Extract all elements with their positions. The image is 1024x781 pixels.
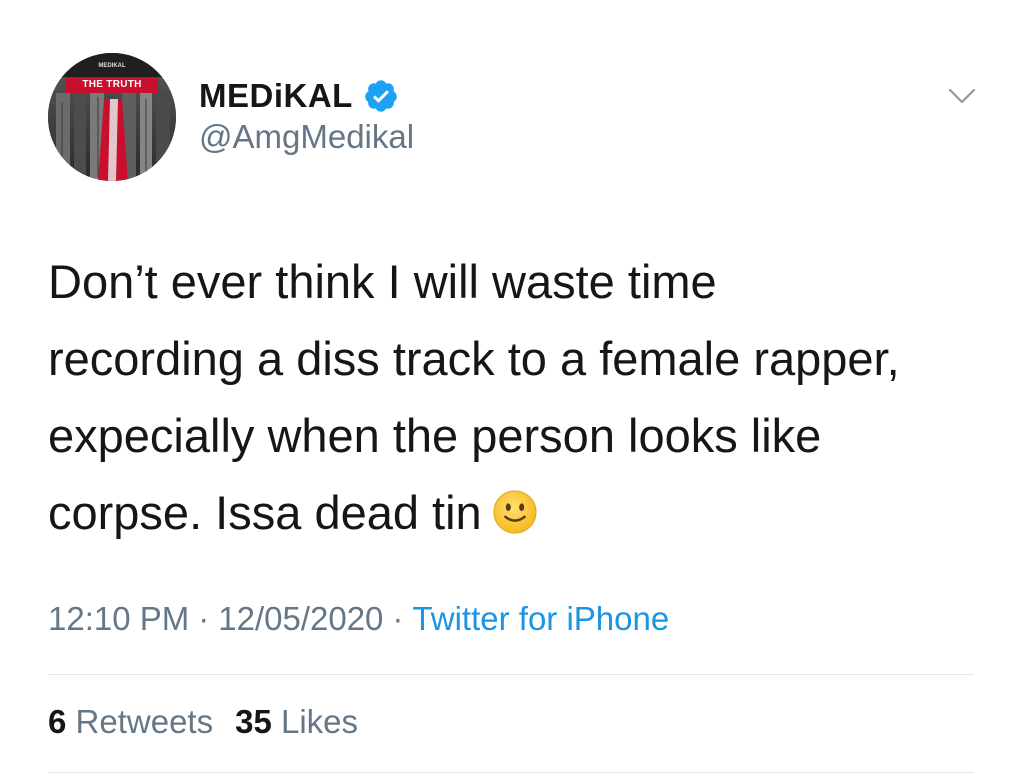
divider [48,674,974,675]
retweets-label: Retweets [75,703,214,740]
avatar[interactable]: MEDIKAL THE TRUTH [48,53,176,181]
avatar-caption: THE TRUTH [82,79,142,90]
tweet-menu-button[interactable] [942,82,982,112]
meta-separator: · [198,600,210,637]
tweet-stats: 6 Retweets 35 Likes [48,703,358,741]
tweet-date[interactable]: 12/05/2020 [218,600,383,637]
tweet-text-last-line: corpse. Issa dead tin [48,474,998,551]
verified-badge-icon [365,80,397,112]
chevron-down-icon [948,88,976,104]
tweet-time[interactable]: 12:10 PM [48,600,189,637]
meta-separator: · [392,600,404,637]
tweet-text-line: expecially when the person looks like [48,409,822,462]
tweet-card: MEDIKAL THE TRUTH MEDiKAL @AmgMedikal Do… [0,0,1024,781]
tweet-text-line: Don’t ever think I will waste time [48,255,717,308]
retweets-count: 6 [48,703,67,740]
avatar-small-text: MEDIKAL [98,63,126,69]
avatar-image [48,53,176,181]
likes-stat[interactable]: 35 Likes [235,703,358,741]
tweet-meta: 12:10 PM · 12/05/2020 · Twitter for iPhone [48,600,669,638]
tweet-source-link[interactable]: Twitter for iPhone [412,600,669,637]
tweet-text: Don’t ever think I will waste time recor… [48,243,998,551]
display-name[interactable]: MEDiKAL [199,77,353,115]
tweet-text-line: corpse. Issa dead tin [48,486,482,539]
slightly-smiling-face-icon [493,490,537,534]
retweets-stat[interactable]: 6 Retweets [48,703,213,741]
author-name-row[interactable]: MEDiKAL [199,74,399,118]
divider [48,772,974,773]
likes-label: Likes [280,703,359,740]
tweet-text-line: recording a diss track to a female rappe… [48,332,900,385]
user-handle[interactable]: @AmgMedikal [199,118,414,156]
likes-count: 35 [235,703,272,740]
